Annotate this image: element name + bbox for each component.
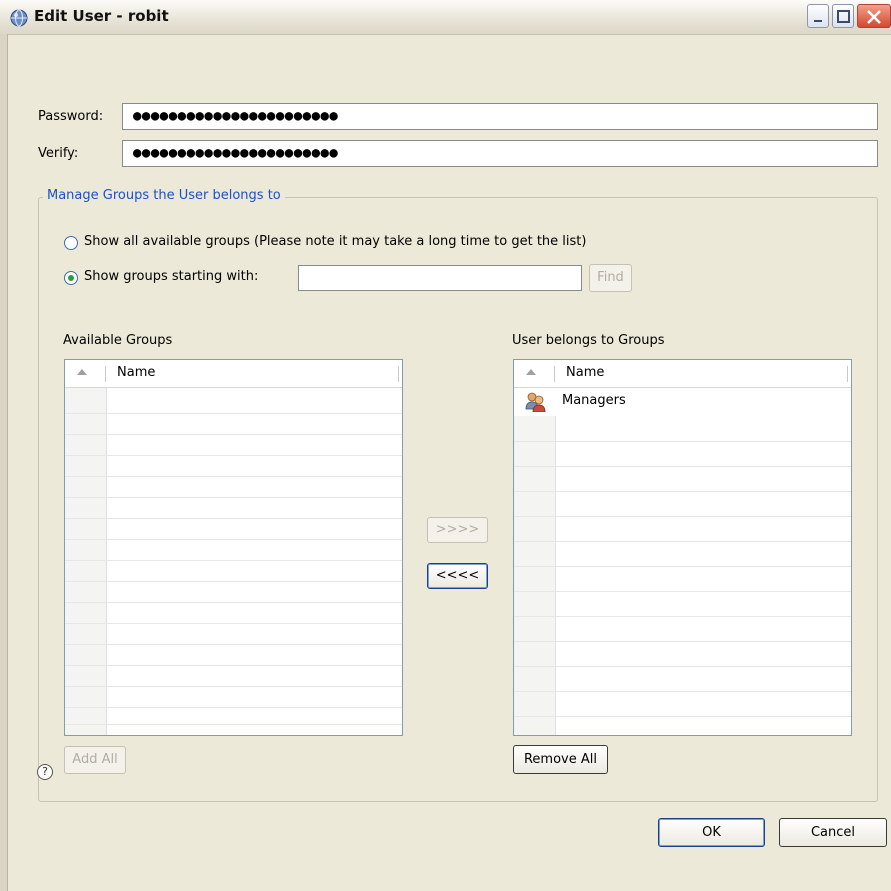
remove-all-button[interactable]: Remove All (513, 745, 608, 774)
sort-arrow-icon (526, 369, 536, 375)
member-group-name: Managers (562, 393, 626, 408)
find-button[interactable]: Find (589, 264, 632, 292)
table-row (65, 707, 402, 708)
user-group-icon (525, 392, 547, 413)
table-row (65, 539, 402, 540)
available-name-column[interactable]: Name (117, 365, 155, 380)
table-row (514, 516, 851, 517)
add-selected-button[interactable]: >>>> (427, 517, 488, 543)
table-row[interactable]: Managers (514, 388, 851, 416)
password-label: Password: (38, 109, 104, 124)
show-all-groups-label[interactable]: Show all available groups (Please note i… (84, 234, 586, 249)
table-row (65, 560, 402, 561)
window-title: Edit User - robit (34, 7, 169, 25)
help-icon[interactable]: ? (37, 764, 53, 780)
radio-selected-dot (68, 275, 74, 281)
edit-user-dialog: Edit User - robit Password: ●●●●●●●●●●●●… (0, 0, 891, 891)
table-row (514, 541, 851, 542)
minimize-button[interactable] (807, 4, 829, 28)
close-icon (867, 10, 881, 24)
available-groups-header[interactable]: Name (65, 360, 402, 388)
available-groups-title: Available Groups (63, 333, 173, 348)
table-row (65, 413, 402, 414)
member-groups-title: User belongs to Groups (512, 333, 665, 348)
member-groups-table[interactable]: Name Managers (513, 359, 852, 736)
sort-arrow-icon (77, 369, 87, 375)
column-separator (105, 366, 106, 382)
table-row (514, 691, 851, 692)
table-row (514, 491, 851, 492)
verify-field[interactable]: ●●●●●●●●●●●●●●●●●●●●●●● (122, 140, 878, 167)
table-row (65, 476, 402, 477)
remove-selected-button[interactable]: <<<< (427, 563, 488, 589)
column-separator (847, 366, 848, 382)
table-row (65, 686, 402, 687)
minimize-icon (814, 20, 822, 22)
member-groups-header[interactable]: Name (514, 360, 851, 388)
table-row (514, 591, 851, 592)
table-row (514, 641, 851, 642)
table-row (514, 716, 851, 717)
row-gutter (65, 388, 107, 735)
column-separator (554, 366, 555, 382)
show-all-groups-radio[interactable] (64, 236, 78, 250)
group-search-input[interactable] (298, 265, 582, 291)
password-value: ●●●●●●●●●●●●●●●●●●●●●●● (133, 108, 339, 124)
table-row (65, 665, 402, 666)
close-button[interactable] (857, 4, 891, 28)
show-starting-with-radio[interactable] (64, 271, 78, 285)
table-row (65, 497, 402, 498)
member-name-column[interactable]: Name (566, 365, 604, 380)
password-field[interactable]: ●●●●●●●●●●●●●●●●●●●●●●● (122, 103, 878, 130)
show-starting-with-label[interactable]: Show groups starting with: (84, 269, 258, 284)
table-row (514, 616, 851, 617)
table-row (514, 566, 851, 567)
table-row (65, 455, 402, 456)
verify-value: ●●●●●●●●●●●●●●●●●●●●●●● (133, 145, 339, 161)
table-row (514, 466, 851, 467)
table-row (65, 602, 402, 603)
table-row (65, 581, 402, 582)
table-row (65, 724, 402, 725)
table-row (65, 434, 402, 435)
manage-groups-legend: Manage Groups the User belongs to (43, 188, 285, 203)
available-groups-table[interactable]: Name (64, 359, 403, 736)
table-row (514, 666, 851, 667)
app-globe-icon (10, 9, 28, 27)
table-row (65, 623, 402, 624)
ok-button[interactable]: OK (658, 818, 765, 847)
column-separator (398, 366, 399, 382)
window-border (0, 34, 8, 891)
maximize-icon (837, 10, 850, 23)
add-all-button[interactable]: Add All (64, 746, 126, 774)
cancel-button[interactable]: Cancel (779, 818, 887, 847)
verify-label: Verify: (38, 146, 79, 161)
table-row (65, 518, 402, 519)
table-row (514, 441, 851, 442)
table-row (65, 644, 402, 645)
title-bar[interactable]: Edit User - robit (0, 0, 891, 35)
maximize-button[interactable] (832, 4, 854, 28)
